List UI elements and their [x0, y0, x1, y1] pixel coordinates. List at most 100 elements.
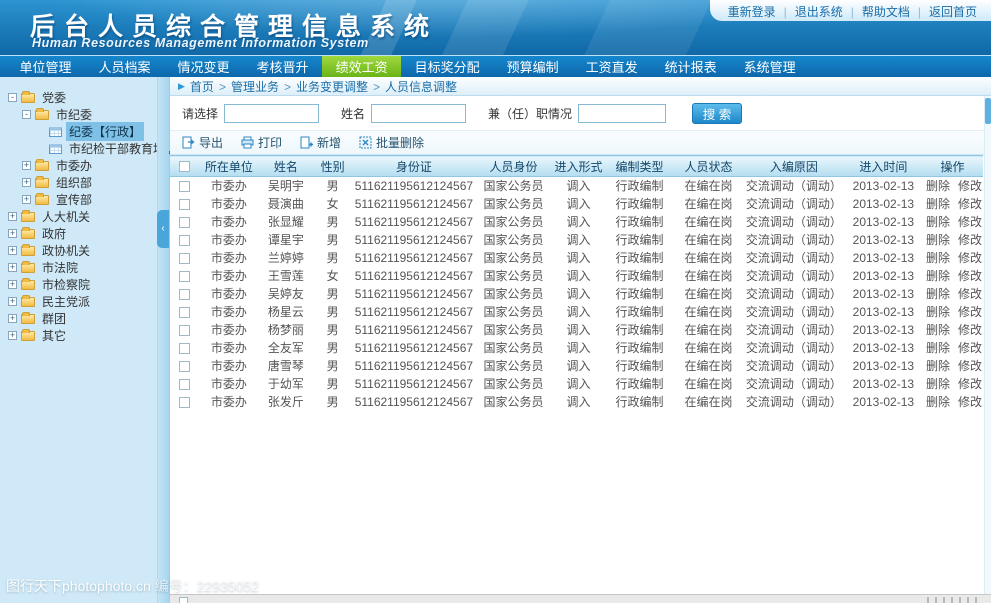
edit-link[interactable]: 修改: [958, 305, 982, 319]
tree-expander-icon[interactable]: +: [8, 280, 17, 289]
delete-link[interactable]: 删除: [926, 251, 950, 265]
delete-link[interactable]: 删除: [926, 377, 950, 391]
row-checkbox[interactable]: [179, 271, 190, 282]
edit-link[interactable]: 修改: [958, 395, 982, 409]
tree-expander-icon[interactable]: +: [8, 263, 17, 272]
tree-item[interactable]: - 党委: [0, 89, 158, 106]
row-checkbox[interactable]: [179, 199, 190, 210]
row-checkbox[interactable]: [179, 343, 190, 354]
delete-link[interactable]: 删除: [926, 197, 950, 211]
row-checkbox[interactable]: [179, 307, 190, 318]
nav-item[interactable]: 人员档案: [85, 56, 164, 77]
header-link[interactable]: 退出系统: [776, 5, 843, 19]
header-link[interactable]: 重新登录: [728, 5, 776, 19]
tree-item[interactable]: + 市法院: [0, 259, 158, 276]
tree-expander-icon[interactable]: +: [8, 331, 17, 340]
edit-link[interactable]: 修改: [958, 179, 982, 193]
edit-link[interactable]: 修改: [958, 359, 982, 373]
edit-link[interactable]: 修改: [958, 287, 982, 301]
pagination-checkbox[interactable]: [179, 597, 188, 603]
delete-link[interactable]: 删除: [926, 179, 950, 193]
export-button[interactable]: 导出: [182, 134, 223, 151]
delete-link[interactable]: 删除: [926, 269, 950, 283]
tree-item[interactable]: + 组织部: [0, 174, 158, 191]
edit-link[interactable]: 修改: [958, 269, 982, 283]
tree-expander-icon[interactable]: +: [8, 297, 17, 306]
add-button[interactable]: 新增: [300, 134, 341, 151]
tree-expander-icon[interactable]: +: [8, 314, 17, 323]
edit-link[interactable]: 修改: [958, 197, 982, 211]
row-checkbox[interactable]: [179, 235, 190, 246]
delete-link[interactable]: 删除: [926, 395, 950, 409]
tree-expander-icon[interactable]: +: [22, 195, 31, 204]
breadcrumb-part[interactable]: 管理业务: [214, 78, 279, 95]
delete-link[interactable]: 删除: [926, 323, 950, 337]
tree-expander-icon[interactable]: +: [8, 246, 17, 255]
tree-expander-icon[interactable]: +: [22, 161, 31, 170]
row-checkbox[interactable]: [179, 289, 190, 300]
tree-item[interactable]: + 市检察院: [0, 276, 158, 293]
sidebar-collapse-button[interactable]: ‹: [157, 210, 169, 248]
breadcrumb-part[interactable]: 人员信息调整: [368, 78, 457, 95]
edit-link[interactable]: 修改: [958, 323, 982, 337]
batch-delete-button[interactable]: 批量删除: [359, 134, 424, 151]
tree-expander-icon[interactable]: -: [8, 93, 17, 102]
delete-link[interactable]: 删除: [926, 359, 950, 373]
row-checkbox[interactable]: [179, 379, 190, 390]
delete-link[interactable]: 删除: [926, 233, 950, 247]
nav-item[interactable]: 考核晋升: [243, 56, 322, 77]
tree-item[interactable]: + 民主党派: [0, 293, 158, 310]
edit-link[interactable]: 修改: [958, 215, 982, 229]
tree-expander-icon[interactable]: [36, 144, 45, 153]
vertical-scrollbar[interactable]: [984, 96, 991, 594]
tree-expander-icon[interactable]: +: [22, 178, 31, 187]
edit-link[interactable]: 修改: [958, 377, 982, 391]
tree-item[interactable]: + 其它: [0, 327, 158, 344]
nav-item[interactable]: 系统管理: [730, 56, 809, 77]
tree-expander-icon[interactable]: [36, 127, 45, 136]
row-checkbox[interactable]: [179, 361, 190, 372]
duty-filter-input[interactable]: [578, 104, 666, 123]
nav-item[interactable]: 情况变更: [164, 56, 243, 77]
tree-expander-icon[interactable]: -: [22, 110, 31, 119]
tree-expander-icon[interactable]: +: [8, 229, 17, 238]
tree-expander-icon[interactable]: +: [8, 212, 17, 221]
nav-item[interactable]: 工资直发: [572, 56, 651, 77]
tree-item[interactable]: - 市纪委: [0, 106, 158, 123]
nav-item[interactable]: 目标奖分配: [401, 56, 493, 77]
header-link[interactable]: 返回首页: [910, 5, 977, 19]
tree-item[interactable]: + 政府: [0, 225, 158, 242]
tree-item[interactable]: + 政协机关: [0, 242, 158, 259]
delete-link[interactable]: 删除: [926, 341, 950, 355]
edit-link[interactable]: 修改: [958, 251, 982, 265]
tree-item[interactable]: 纪委【行政】: [0, 123, 158, 140]
row-checkbox[interactable]: [179, 325, 190, 336]
sidebar-splitter[interactable]: ‹: [157, 77, 169, 603]
nav-item[interactable]: 统计报表: [651, 56, 730, 77]
tree-item[interactable]: + 市委办: [0, 157, 158, 174]
select-filter-input[interactable]: [224, 104, 319, 123]
delete-link[interactable]: 删除: [926, 305, 950, 319]
breadcrumb-part[interactable]: 首页: [190, 78, 214, 95]
edit-link[interactable]: 修改: [958, 341, 982, 355]
breadcrumb-part[interactable]: 业务变更调整: [279, 78, 368, 95]
tree-item[interactable]: + 群团: [0, 310, 158, 327]
row-checkbox[interactable]: [179, 253, 190, 264]
tree-item[interactable]: 市纪检干部教育培训中心: [0, 140, 158, 157]
scrollbar-thumb[interactable]: [985, 98, 991, 124]
select-all-checkbox[interactable]: [179, 161, 190, 172]
delete-link[interactable]: 删除: [926, 215, 950, 229]
header-link[interactable]: 帮助文档: [843, 5, 910, 19]
search-button[interactable]: 搜 索: [692, 103, 742, 124]
name-filter-input[interactable]: [371, 104, 466, 123]
row-checkbox[interactable]: [179, 217, 190, 228]
tree-item[interactable]: + 人大机关: [0, 208, 158, 225]
row-checkbox[interactable]: [179, 397, 190, 408]
print-button[interactable]: 打印: [241, 134, 282, 151]
nav-item[interactable]: 绩效工资: [322, 56, 401, 77]
tree-item[interactable]: + 宣传部: [0, 191, 158, 208]
edit-link[interactable]: 修改: [958, 233, 982, 247]
delete-link[interactable]: 删除: [926, 287, 950, 301]
nav-item[interactable]: 单位管理: [6, 56, 85, 77]
row-checkbox[interactable]: [179, 181, 190, 192]
